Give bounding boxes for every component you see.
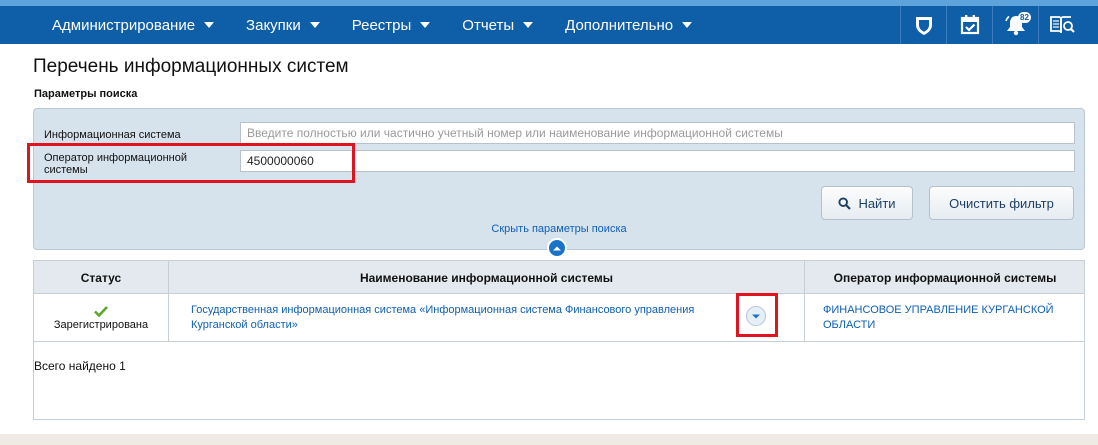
menu-item-reports[interactable]: Отчеты xyxy=(446,6,549,44)
information-system-input[interactable] xyxy=(240,122,1075,144)
main-content: Перечень информационных систем Параметры… xyxy=(0,44,1098,434)
chevron-down-icon xyxy=(309,22,320,28)
chevron-down-icon xyxy=(204,22,215,28)
check-icon xyxy=(94,306,108,317)
menu-item-additional[interactable]: Дополнительно xyxy=(549,6,708,44)
menu-item-label: Администрирование xyxy=(52,16,196,34)
operator-name-link[interactable]: ФИНАНСОВОЕ УПРАВЛЕНИЕ КУРГАНСКОЙ ОБЛАСТИ xyxy=(823,303,1073,333)
row-expand-button[interactable] xyxy=(746,306,766,326)
table-row: Зарегистрирована Государственная информа… xyxy=(34,294,1084,342)
top-icons: 82 xyxy=(900,6,1084,44)
column-header-label: Оператор информационной системы xyxy=(833,270,1057,285)
menu-item-label: Отчеты xyxy=(462,16,515,34)
total-found-text: Всего найдено 1 xyxy=(34,359,126,373)
notifications-count-badge: 82 xyxy=(1018,12,1031,23)
status-text: Зарегистрирована xyxy=(53,319,149,331)
cell-divider xyxy=(804,294,805,342)
operator-label: Оператор информационной системы xyxy=(44,152,187,176)
page-title: Перечень информационных систем xyxy=(33,56,349,77)
cell-divider xyxy=(168,294,169,342)
chevron-down-icon xyxy=(420,22,431,28)
information-system-label: Информационная система xyxy=(44,129,181,141)
menu-item-registries[interactable]: Реестры xyxy=(336,6,447,44)
search-panel: Информационная система Оператор информац… xyxy=(33,108,1085,258)
calendar-check-icon xyxy=(960,15,979,35)
notifications-button[interactable]: 82 xyxy=(992,6,1038,44)
column-header-label: Статус xyxy=(80,270,122,285)
column-header-operator[interactable]: Оператор информационной системы xyxy=(804,261,1085,294)
main-menu: Администрирование Закупки Реестры Отчеты… xyxy=(36,6,708,44)
search-icon xyxy=(838,196,852,210)
find-button[interactable]: Найти xyxy=(821,186,913,220)
clear-filter-button[interactable]: Очистить фильтр xyxy=(929,186,1074,220)
shield-icon xyxy=(915,17,932,35)
clear-filter-button-label: Очистить фильтр xyxy=(949,195,1054,211)
search-params-heading: Параметры поиска xyxy=(34,88,138,100)
collapse-search-button[interactable] xyxy=(547,238,567,258)
find-button-label: Найти xyxy=(858,195,896,211)
column-header-label: Наименование информационной системы xyxy=(359,270,614,285)
book-search-icon xyxy=(1049,16,1075,34)
operator-input[interactable] xyxy=(240,150,1075,172)
shield-button[interactable] xyxy=(900,6,946,44)
menu-item-label: Реестры xyxy=(351,16,412,34)
chevron-down-icon xyxy=(752,314,760,318)
book-search-button[interactable] xyxy=(1038,6,1084,44)
chevron-down-icon xyxy=(682,22,693,28)
calendar-button[interactable] xyxy=(946,6,992,44)
menu-item-purchases[interactable]: Закупки xyxy=(230,6,336,44)
footer-strip xyxy=(0,434,1098,445)
top-navigation-bar: Администрирование Закупки Реестры Отчеты… xyxy=(0,0,1098,44)
column-header-name[interactable]: Наименование информационной системы xyxy=(168,261,804,294)
table-header: Статус Наименование информационной систе… xyxy=(34,261,1084,294)
menu-item-label: Дополнительно xyxy=(565,16,674,34)
menu-item-label: Закупки xyxy=(246,16,301,34)
hide-search-params-link[interactable]: Скрыть параметры поиска xyxy=(34,223,1084,235)
menu-item-administration[interactable]: Администрирование xyxy=(36,6,230,44)
chevron-up-icon xyxy=(553,246,561,251)
chevron-down-icon xyxy=(523,22,534,28)
column-header-status[interactable]: Статус xyxy=(34,261,168,294)
status-cell: Зарегистрирована xyxy=(34,294,168,342)
results-table: Статус Наименование информационной систе… xyxy=(33,260,1085,420)
information-system-name-link[interactable]: Государственная информационная система «… xyxy=(191,303,731,333)
